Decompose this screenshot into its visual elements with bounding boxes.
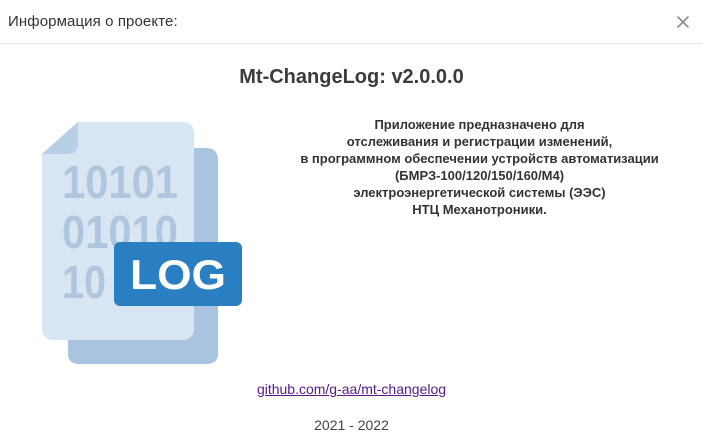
github-repo-link[interactable]: github.com/g-aa/mt-changelog	[257, 381, 446, 397]
project-info-dialog: Информация о проекте: Mt-ChangeLog: v2.0…	[0, 0, 703, 442]
log-file-icon: 10101 01010 10 LOG	[38, 118, 246, 368]
description-line: НТЦ Механотроники.	[412, 202, 547, 217]
app-description: Приложение предназначено для отслеживани…	[262, 116, 697, 218]
copyright-years: 2021 - 2022	[314, 417, 389, 433]
description-line: Приложение предназначено для	[374, 117, 585, 132]
description-line: отслеживания и регистрации изменений,	[346, 134, 613, 149]
dialog-title: Информация о проекте:	[8, 13, 178, 30]
app-title: Mt-ChangeLog: v2.0.0.0	[239, 66, 464, 88]
dialog-header: Информация о проекте:	[0, 0, 703, 44]
logo-binary-row-3: 10	[62, 256, 106, 308]
logo-badge-text: LOG	[130, 251, 226, 298]
logo-page-fold	[42, 122, 78, 154]
description-line: (БМРЗ-100/120/150/160/М4)	[394, 168, 565, 183]
description-line: электроэнергетической системы (ЭЭС)	[353, 185, 606, 200]
close-icon[interactable]	[673, 12, 693, 32]
repo-link-container: github.com/g-aa/mt-changelog	[0, 381, 703, 397]
description-line: в программном обеспечении устройств авто…	[300, 151, 659, 166]
logo-binary-row-1: 10101	[62, 156, 178, 208]
